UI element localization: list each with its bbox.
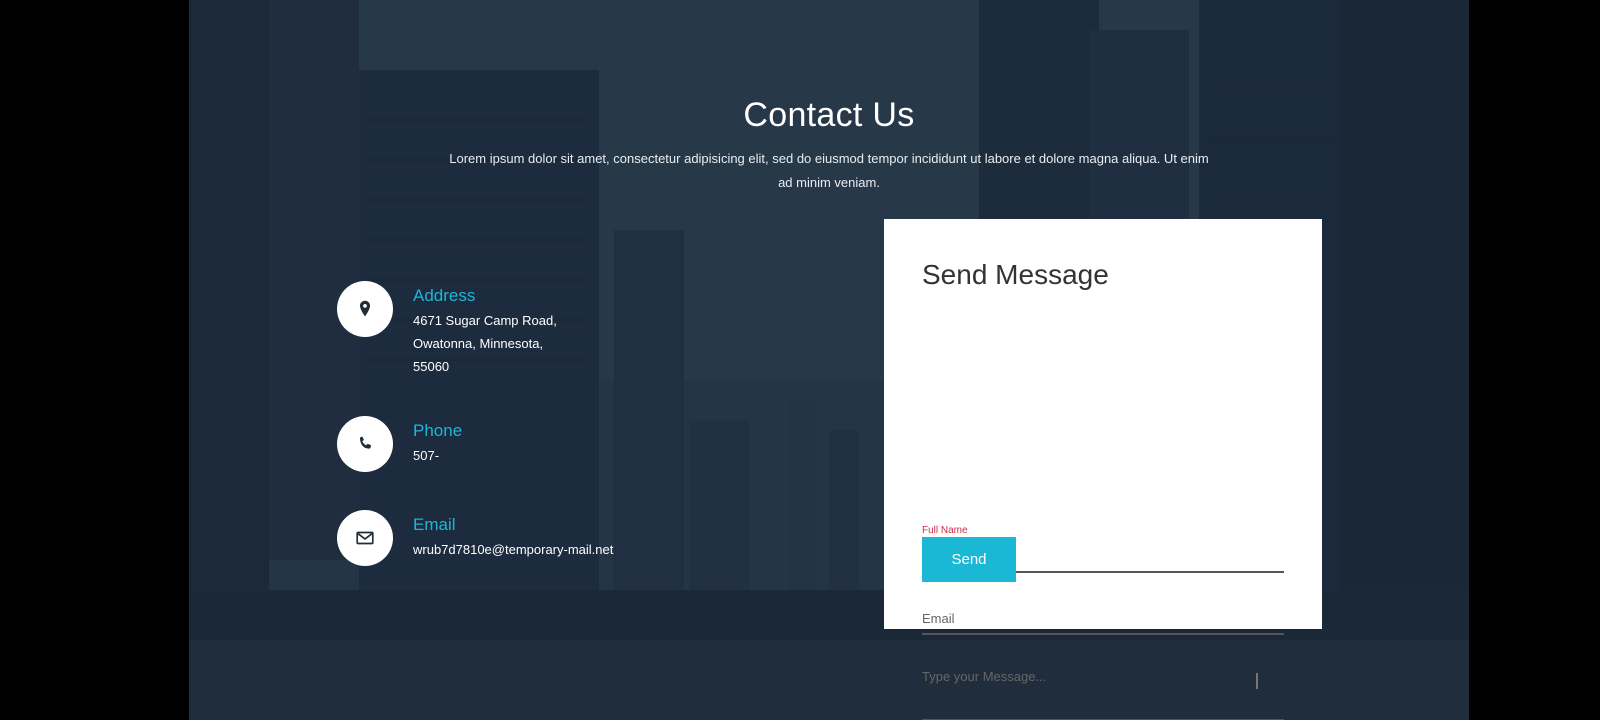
send-button[interactable]: Send	[922, 537, 1016, 582]
email-title: Email	[413, 515, 456, 534]
address-text: Address 4671 Sugar Camp Road, Owatonna, …	[413, 285, 713, 378]
email-value: wrub7d7810e@temporary-mail.net	[413, 542, 614, 557]
email-icon-circle	[337, 510, 393, 566]
page-description: Lorem ipsum dolor sit amet, consectetur …	[449, 151, 1209, 190]
page-header: Contact Us Lorem ipsum dolor sit amet, c…	[189, 96, 1469, 195]
email-input[interactable]	[922, 607, 1284, 629]
phone-title: Phone	[413, 421, 463, 440]
address-line-3: 55060	[413, 359, 450, 374]
full-name-label: Full Name	[922, 525, 968, 536]
map-marker-icon	[359, 300, 371, 317]
phone-text: Phone 507-	[413, 420, 713, 467]
page-viewport: Contact Us Lorem ipsum dolor sit amet, c…	[189, 0, 1469, 720]
phone-value: 507-	[413, 448, 440, 463]
address-line-2: Owatonna, Minnesota,	[413, 336, 544, 351]
envelope-icon	[356, 531, 374, 545]
email-text: Email wrub7d7810e@temporary-mail.net	[413, 514, 713, 561]
form-title: Send Message	[922, 259, 1109, 290]
page-title: Contact Us	[743, 96, 915, 134]
phone-icon	[359, 436, 372, 449]
message-textarea[interactable]	[922, 669, 1284, 709]
send-message-form: Send Message Full Name Send	[884, 219, 1322, 720]
address-line-1: 4671 Sugar Camp Road,	[413, 313, 557, 328]
address-title: Address	[413, 286, 476, 305]
phone-icon-circle	[337, 416, 393, 472]
email-underline	[922, 633, 1284, 635]
text-cursor-indicator	[1256, 673, 1258, 689]
address-icon-circle	[337, 281, 393, 337]
